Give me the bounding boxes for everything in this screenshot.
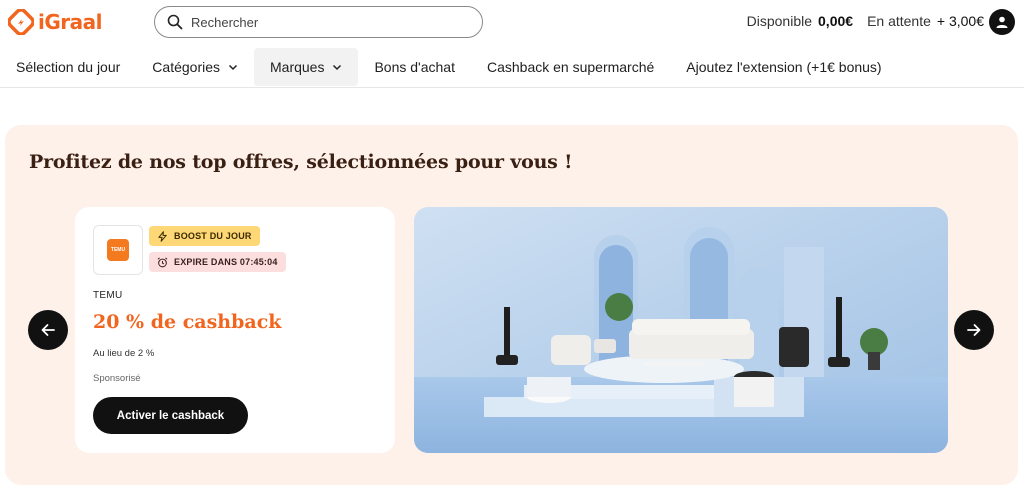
lightning-icon bbox=[158, 230, 167, 242]
top-bar: iGraal Disponible 0,00€ En attente + 3,0… bbox=[0, 0, 1024, 44]
temu-logo: TEMU bbox=[107, 239, 129, 261]
igraal-logo-icon bbox=[8, 9, 34, 35]
offer-banner-image[interactable] bbox=[414, 207, 948, 453]
chevron-down-icon bbox=[333, 64, 342, 70]
nav-item-label: Sélection du jour bbox=[16, 58, 121, 75]
search-bar[interactable] bbox=[154, 6, 483, 38]
nav-item-extension[interactable]: Ajoutez l'extension (+1€ bonus) bbox=[670, 48, 897, 86]
available-label: Disponible bbox=[746, 13, 813, 29]
pending-value: + 3,00€ bbox=[936, 13, 984, 29]
nav-item-marques[interactable]: Marques bbox=[254, 47, 359, 86]
search-input[interactable] bbox=[191, 14, 451, 30]
boost-badge-label: BOOST DU JOUR bbox=[174, 231, 252, 241]
arrow-left-icon bbox=[41, 324, 55, 336]
nav-item-categories[interactable]: Catégories bbox=[136, 48, 254, 86]
user-avatar-button[interactable] bbox=[989, 9, 1015, 35]
nav-item-bons-d-achat[interactable]: Bons d'achat bbox=[358, 48, 471, 86]
boost-badge: BOOST DU JOUR bbox=[149, 226, 260, 246]
carousel-prev-button[interactable] bbox=[28, 310, 68, 350]
nav-item-selection-du-jour[interactable]: Sélection du jour bbox=[0, 48, 136, 86]
available-value: 0,00€ bbox=[818, 13, 854, 29]
activate-cashback-button[interactable]: Activer le cashback bbox=[93, 397, 248, 434]
top-offers-section: Profitez de nos top offres, sélectionnée… bbox=[5, 125, 1018, 485]
brand-name: TEMU bbox=[93, 290, 123, 301]
logo-text: iGraal bbox=[38, 10, 102, 34]
offer-card[interactable]: TEMU BOOST DU JOUR EXPIRE DANS 07:45:04 … bbox=[75, 207, 395, 453]
cashback-rate: 20 % de cashback bbox=[93, 311, 282, 333]
nav-item-label: Catégories bbox=[152, 58, 220, 75]
product-scene-illustration bbox=[414, 207, 948, 453]
brand-logo: TEMU bbox=[93, 225, 143, 275]
pending-label: En attente bbox=[867, 13, 931, 29]
nav-item-label: Ajoutez l'extension (+1€ bonus) bbox=[686, 58, 882, 75]
alarm-clock-icon bbox=[157, 257, 168, 267]
nav-item-label: Cashback en supermarché bbox=[486, 58, 655, 75]
nav-item-label: Marques bbox=[270, 58, 325, 75]
main-nav: Sélection du jour Catégories Marques Bon… bbox=[0, 46, 1024, 88]
arrow-right-icon bbox=[967, 324, 981, 336]
nav-item-label: Bons d'achat bbox=[374, 58, 455, 75]
previous-rate: Au lieu de 2 % bbox=[93, 348, 155, 359]
section-title: Profitez de nos top offres, sélectionnée… bbox=[29, 151, 573, 173]
chevron-down-icon bbox=[228, 64, 238, 70]
sponsored-label: Sponsorisé bbox=[93, 373, 141, 384]
expire-badge-label: EXPIRE DANS 07:45:04 bbox=[174, 257, 278, 267]
carousel-next-button[interactable] bbox=[954, 310, 994, 350]
search-icon bbox=[167, 14, 183, 30]
expire-badge: EXPIRE DANS 07:45:04 bbox=[149, 252, 286, 272]
user-icon bbox=[996, 16, 1008, 28]
igraal-logo[interactable]: iGraal bbox=[8, 8, 102, 36]
nav-item-cashback-supermarche[interactable]: Cashback en supermarché bbox=[471, 48, 670, 86]
balance-summary[interactable]: Disponible 0,00€ En attente + 3,00€ bbox=[747, 13, 984, 29]
